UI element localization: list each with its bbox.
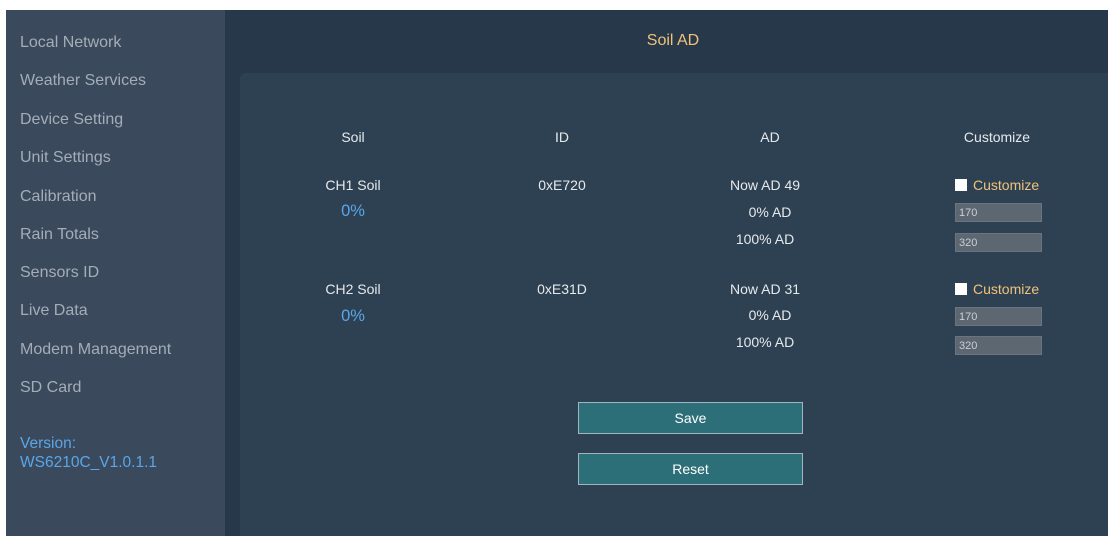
sidebar-item-sensors-id[interactable]: Sensors ID xyxy=(20,264,99,282)
soil-moisture-percent: 0% xyxy=(341,202,365,220)
column-header-ad: AD xyxy=(760,129,780,145)
now-ad-value: Now AD 49 xyxy=(729,177,801,193)
sidebar-item-weather-services[interactable]: Weather Services xyxy=(20,72,146,90)
main-content: Soil AD Soil ID AD Customize CH1 Soil 0%… xyxy=(225,10,1108,536)
version-info: Version: WS6210C_V1.0.1.1 xyxy=(20,434,157,472)
customize-toggle[interactable]: Customize xyxy=(955,281,1039,297)
sidebar-item-device-setting[interactable]: Device Setting xyxy=(20,111,123,129)
sidebar-item-sd-card[interactable]: SD Card xyxy=(20,379,81,397)
zero-percent-ad-input[interactable]: 170 xyxy=(955,307,1042,326)
customize-label: Customize xyxy=(973,177,1040,193)
column-header-customize: Customize xyxy=(963,129,1031,145)
now-ad-value: Now AD 31 xyxy=(729,281,801,297)
hundred-percent-ad-label: 100% AD xyxy=(735,231,795,247)
version-label: Version: xyxy=(20,435,77,452)
hundred-percent-ad-label: 100% AD xyxy=(735,334,795,350)
sidebar-item-rain-totals[interactable]: Rain Totals xyxy=(20,226,99,244)
sidebar-item-local-network[interactable]: Local Network xyxy=(20,34,121,52)
page-title: Soil AD xyxy=(646,32,700,49)
customize-checkbox[interactable] xyxy=(955,283,967,295)
sidebar-item-live-data[interactable]: Live Data xyxy=(20,302,88,320)
version-value: WS6210C_V1.0.1.1 xyxy=(20,454,158,471)
sidebar-item-calibration[interactable]: Calibration xyxy=(20,188,96,206)
customize-toggle[interactable]: Customize xyxy=(955,177,1039,193)
zero-percent-ad-input[interactable]: 170 xyxy=(955,203,1042,222)
sensor-id: 0xE31D xyxy=(537,281,587,297)
customize-checkbox[interactable] xyxy=(955,179,967,191)
column-header-soil: Soil xyxy=(341,129,365,145)
channel-name: CH1 Soil xyxy=(325,177,381,193)
sidebar-item-unit-settings[interactable]: Unit Settings xyxy=(20,149,111,167)
save-button[interactable]: Save xyxy=(578,402,803,434)
sidebar: Local Network Weather Services Device Se… xyxy=(6,10,225,536)
sensor-id: 0xE720 xyxy=(538,177,586,193)
hundred-percent-ad-input[interactable]: 320 xyxy=(955,233,1042,252)
soil-ad-panel: Soil ID AD Customize CH1 Soil 0% 0xE720 … xyxy=(240,73,1108,536)
column-header-id: ID xyxy=(555,129,569,145)
zero-percent-ad-label: 0% AD xyxy=(748,204,792,220)
customize-label: Customize xyxy=(973,281,1040,297)
channel-name: CH2 Soil xyxy=(325,281,381,297)
soil-moisture-percent: 0% xyxy=(341,307,365,325)
hundred-percent-ad-input[interactable]: 320 xyxy=(955,336,1042,355)
reset-button[interactable]: Reset xyxy=(578,453,803,485)
zero-percent-ad-label: 0% AD xyxy=(748,307,792,323)
sidebar-item-modem-management[interactable]: Modem Management xyxy=(20,341,171,359)
